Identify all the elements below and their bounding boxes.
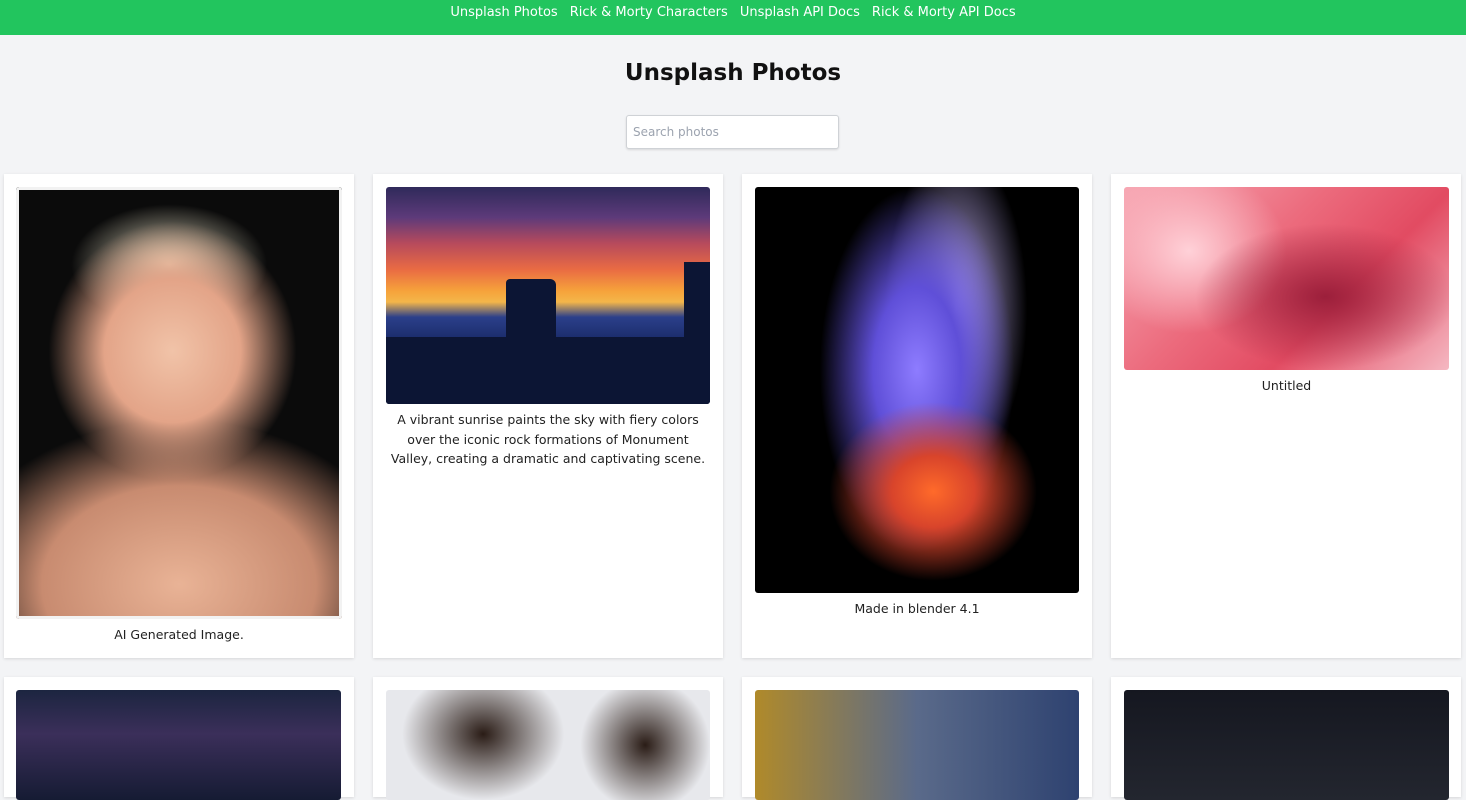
photo-caption: A vibrant sunrise paints the sky with fi… [390,412,706,466]
top-nav: Unsplash Photos Rick & Morty Characters … [0,0,1466,35]
nav-link-rick-morty-api-docs[interactable]: Rick & Morty API Docs [872,5,1016,21]
photo-card[interactable]: AI Generated Image. [4,174,354,658]
page-title: Unsplash Photos [624,60,842,86]
photo-butte [506,279,556,349]
photo-card[interactable]: A vibrant sunrise paints the sky with fi… [373,174,723,658]
photo-image[interactable] [755,187,1079,593]
photo-card[interactable] [1111,677,1461,800]
nav-link-rick-morty-characters[interactable]: Rick & Morty Characters [570,5,728,21]
photo-image[interactable] [1124,187,1449,370]
search-input[interactable] [626,115,839,149]
photo-card[interactable] [742,677,1092,800]
photo-image[interactable] [1124,690,1449,800]
photo-card[interactable]: Untitled [1111,174,1461,658]
photo-card[interactable]: Made in blender 4.1 [742,174,1092,658]
photo-caption: Untitled [1261,378,1312,393]
photo-image[interactable] [386,187,710,404]
nav-link-unsplash-api-docs[interactable]: Unsplash API Docs [740,5,860,21]
nav-link-unsplash-photos[interactable]: Unsplash Photos [450,5,557,21]
photo-butte [684,262,710,352]
photo-image[interactable] [16,690,341,800]
photo-caption: Made in blender 4.1 [854,601,980,616]
photo-image[interactable] [16,187,342,619]
photo-caption: AI Generated Image. [114,627,244,642]
photo-image[interactable] [755,690,1079,800]
photo-card[interactable] [4,677,354,800]
photo-image[interactable] [386,690,710,800]
photo-card[interactable] [373,677,723,800]
